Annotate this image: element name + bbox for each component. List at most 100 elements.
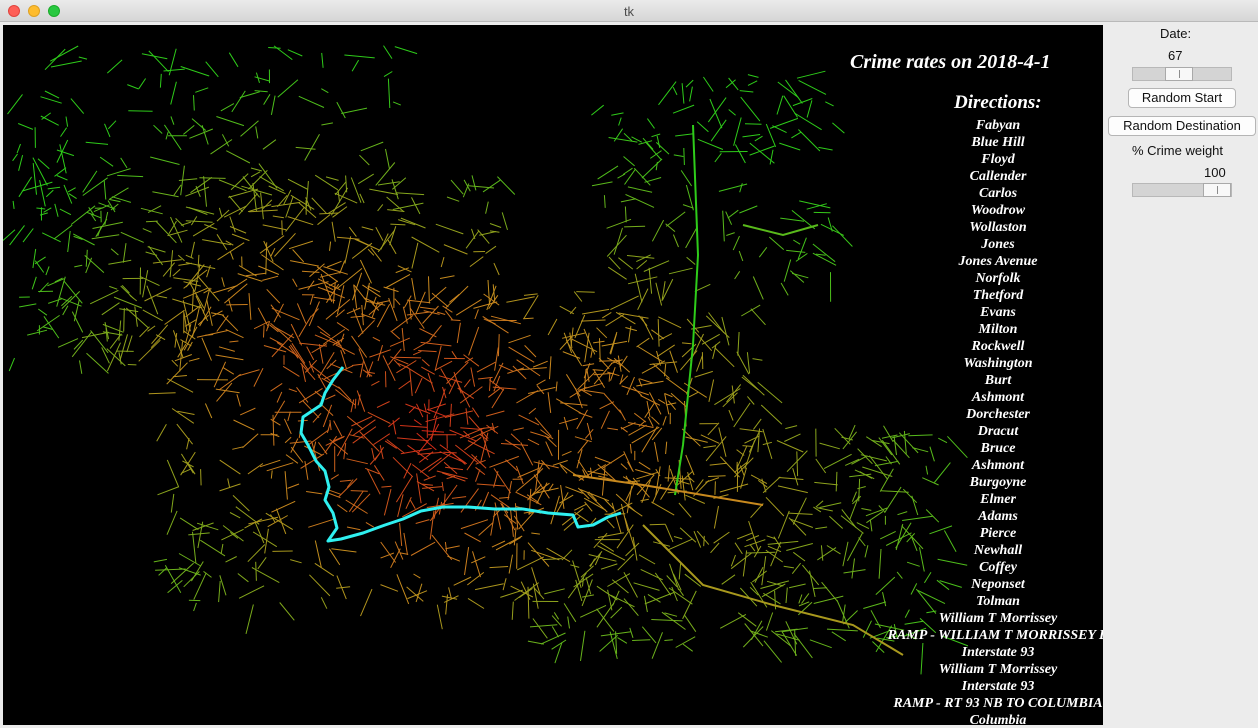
street-segment <box>228 52 239 68</box>
street-segment <box>376 401 390 408</box>
street-segment <box>360 588 373 617</box>
street-segment <box>615 493 635 512</box>
street-segment <box>741 304 761 317</box>
street-segment <box>139 275 160 287</box>
street-segment <box>109 199 121 203</box>
street-segment <box>443 451 457 454</box>
street-segment <box>12 200 15 209</box>
street-segment <box>219 459 241 475</box>
street-segment <box>549 356 552 380</box>
street-segment <box>470 367 476 387</box>
street-segment <box>679 527 697 543</box>
street-segment <box>643 260 670 272</box>
street-segment <box>580 319 606 322</box>
street-segment <box>200 469 202 486</box>
date-slider-handle[interactable] <box>1165 67 1193 81</box>
street-segment <box>792 497 807 525</box>
street-segment <box>197 521 204 549</box>
street-segment <box>766 580 784 587</box>
street-segment <box>247 544 266 563</box>
street-segment <box>180 468 191 474</box>
street-segment <box>383 488 392 516</box>
street-segment <box>3 229 16 242</box>
street-segment <box>392 101 401 106</box>
direction-step: Jones Avenue <box>958 254 1038 269</box>
street-segment <box>227 278 248 292</box>
street-segment <box>842 431 857 450</box>
street-segment <box>448 379 457 395</box>
street-segment <box>120 157 128 169</box>
street-segment <box>752 276 764 300</box>
street-segment <box>667 400 676 411</box>
direction-step: Burt <box>984 373 1012 388</box>
street-segment <box>350 490 368 492</box>
street-segment <box>413 339 431 351</box>
street-segment <box>78 56 88 60</box>
street-segment <box>555 398 582 414</box>
date-slider[interactable] <box>1132 67 1232 81</box>
street-segment <box>469 256 484 268</box>
street-segment <box>254 90 268 93</box>
street-segment <box>481 491 490 509</box>
street-segment <box>510 433 521 443</box>
street-segment <box>146 285 159 315</box>
directions-heading: Directions: <box>954 92 1042 113</box>
street-segment <box>624 517 635 549</box>
direction-step: Burgoyne <box>969 475 1027 490</box>
street-segment <box>708 379 715 403</box>
street-segment <box>665 377 689 395</box>
street-segment <box>70 98 85 114</box>
street-segment <box>497 176 516 195</box>
street-segment <box>39 282 49 293</box>
street-segment <box>761 556 767 586</box>
street-segment <box>747 80 758 86</box>
street-segment <box>686 256 696 265</box>
street-segment <box>695 479 704 490</box>
street-segment <box>650 150 662 159</box>
street-segment <box>221 314 239 332</box>
street-segment <box>762 476 781 494</box>
random-start-button[interactable]: Random Start <box>1128 88 1236 108</box>
street-segment <box>337 268 363 289</box>
street-segment <box>351 59 360 72</box>
street-segment <box>551 639 567 650</box>
street-segment <box>395 476 413 503</box>
street-segment <box>588 554 617 562</box>
street-segment <box>466 572 485 586</box>
street-segment <box>18 123 34 130</box>
street-segment <box>768 236 785 250</box>
direction-step: Ashmont <box>971 390 1025 405</box>
street-segment <box>725 211 733 225</box>
street-segment <box>192 531 197 564</box>
crime-weight-slider[interactable] <box>1132 183 1232 197</box>
street-segment <box>82 170 98 193</box>
random-destination-button[interactable]: Random Destination <box>1108 116 1256 136</box>
street-segment <box>19 303 37 308</box>
street-segment <box>489 223 502 228</box>
street-segment <box>796 451 799 477</box>
street-segment <box>107 120 117 130</box>
street-segment <box>819 502 842 509</box>
street-segment <box>582 308 610 315</box>
street-segment <box>611 112 624 116</box>
street-segment <box>201 337 212 361</box>
street-segment <box>832 225 853 247</box>
street-segment <box>740 96 761 122</box>
street-segment <box>104 123 111 138</box>
street-segment <box>9 225 25 246</box>
directions-list: Fabyan Blue Hill Floyd Callender Carlos … <box>863 117 1103 725</box>
street-segment <box>665 441 668 455</box>
street-segment <box>436 604 443 630</box>
street-segment <box>529 624 558 628</box>
street-segment <box>795 252 808 262</box>
street-segment <box>619 375 629 385</box>
street-segment <box>593 340 605 344</box>
map-canvas[interactable]: Crime rates on 2018-4-1 Directions: Faby… <box>3 25 1103 725</box>
street-segment <box>233 419 255 431</box>
street-segment <box>321 52 324 68</box>
street-segment <box>471 228 476 240</box>
crime-weight-slider-handle[interactable] <box>1203 183 1231 197</box>
street-segment <box>383 45 393 59</box>
street-segment <box>721 574 736 585</box>
street-segment <box>710 542 720 554</box>
